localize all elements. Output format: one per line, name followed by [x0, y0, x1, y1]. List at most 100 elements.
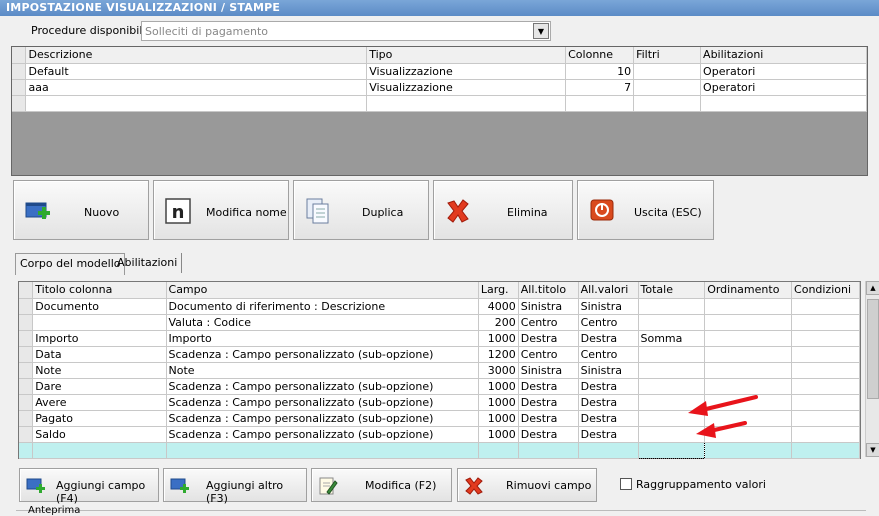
- cell-titolo[interactable]: Saldo: [32, 426, 167, 443]
- views-grid[interactable]: Descrizione Tipo Colonne Filtri Abilitaz…: [11, 46, 868, 176]
- cell-all-titolo[interactable]: Destra: [518, 426, 579, 443]
- row-selector[interactable]: [19, 410, 34, 427]
- row-selector[interactable]: [19, 298, 34, 315]
- empty-cell[interactable]: [791, 442, 860, 459]
- cell-larg[interactable]: 1000: [478, 394, 519, 411]
- col-colonne[interactable]: Colonne: [565, 47, 635, 64]
- cell-ordinamento[interactable]: [704, 410, 793, 427]
- empty-cell[interactable]: [700, 95, 867, 112]
- row-selector[interactable]: [19, 330, 34, 347]
- table-row[interactable]: Note Note 3000 Sinistra Sinistra: [19, 362, 860, 379]
- table-row[interactable]: Saldo Scadenza : Campo personalizzato (su…: [19, 426, 860, 443]
- row-selector[interactable]: [12, 63, 27, 80]
- cell-titolo[interactable]: Dare: [32, 378, 167, 395]
- cell-condizioni[interactable]: [791, 362, 860, 379]
- cell-campo[interactable]: Scadenza : Campo personalizzato (sub-opz…: [166, 378, 479, 395]
- row-selector[interactable]: [19, 314, 34, 331]
- cell-totale[interactable]: [638, 298, 706, 315]
- elimina-button[interactable]: Elimina: [433, 180, 573, 240]
- table-row[interactable]: aaa Visualizzazione 7 Operatori: [12, 79, 867, 96]
- empty-cell[interactable]: [518, 442, 579, 459]
- cell-condizioni[interactable]: [791, 410, 860, 427]
- cell-titolo[interactable]: Note: [32, 362, 167, 379]
- table-row[interactable]: Default Visualizzazione 10 Operatori: [12, 63, 867, 80]
- cell-larg[interactable]: 200: [478, 314, 519, 331]
- uscita-button[interactable]: Uscita (ESC): [577, 180, 714, 240]
- cell-all-titolo[interactable]: Centro: [518, 314, 579, 331]
- cell-campo[interactable]: Valuta : Codice: [166, 314, 479, 331]
- empty-cell[interactable]: [366, 95, 567, 112]
- table-row[interactable]: Dare Scadenza : Campo personalizzato (sub…: [19, 378, 860, 395]
- active-cell[interactable]: [637, 441, 706, 459]
- columns-grid[interactable]: Titolo colonna Campo Larg. All.titolo Al…: [18, 281, 861, 459]
- col-all-titolo[interactable]: All.titolo: [518, 282, 579, 299]
- table-row[interactable]: Documento Documento di riferimento : Desc…: [19, 298, 860, 315]
- cell-condizioni[interactable]: [791, 330, 860, 347]
- empty-cell[interactable]: [478, 442, 519, 459]
- cell-campo[interactable]: Scadenza : Campo personalizzato (sub-opz…: [166, 426, 479, 443]
- empty-cell[interactable]: [32, 442, 167, 459]
- cell-all-valori[interactable]: Centro: [578, 314, 639, 331]
- aggiungi-altro-button[interactable]: Aggiungi altro (F3): [163, 468, 307, 505]
- col-titolo-colonna[interactable]: Titolo colonna: [32, 282, 167, 299]
- cell-condizioni[interactable]: [791, 314, 860, 331]
- cell-campo[interactable]: Documento di riferimento : Descrizione: [166, 298, 479, 315]
- empty-cell[interactable]: [25, 95, 368, 112]
- cell-ordinamento[interactable]: [704, 298, 793, 315]
- row-selector[interactable]: [12, 95, 27, 112]
- cell-campo[interactable]: Scadenza : Campo personalizzato (sub-opz…: [166, 346, 479, 363]
- empty-cell[interactable]: [166, 442, 479, 459]
- row-selector[interactable]: [19, 362, 34, 379]
- row-selector[interactable]: [19, 378, 34, 395]
- cell-abilitazioni[interactable]: Operatori: [700, 63, 867, 80]
- empty-cell[interactable]: [633, 95, 702, 112]
- cell-all-valori[interactable]: Destra: [578, 426, 639, 443]
- nuovo-button[interactable]: Nuovo: [13, 180, 149, 240]
- cell-titolo[interactable]: Avere: [32, 394, 167, 411]
- col-abilitazioni[interactable]: Abilitazioni: [700, 47, 867, 64]
- table-row[interactable]: Avere Scadenza : Campo personalizzato (su…: [19, 394, 860, 411]
- cell-condizioni[interactable]: [791, 378, 860, 395]
- cell-all-valori[interactable]: Sinistra: [578, 362, 639, 379]
- row-selector[interactable]: [19, 394, 34, 411]
- col-condizioni[interactable]: Condizioni: [791, 282, 860, 299]
- tab-abilitazioni[interactable]: Abilitazioni: [113, 253, 183, 273]
- cell-all-valori[interactable]: Sinistra: [578, 298, 639, 315]
- empty-cell[interactable]: [578, 442, 639, 459]
- table-row[interactable]: Pagato Scadenza : Campo personalizzato (s…: [19, 410, 860, 427]
- cell-all-valori[interactable]: Destra: [578, 410, 639, 427]
- cell-ordinamento[interactable]: [704, 346, 793, 363]
- cell-tipo[interactable]: Visualizzazione: [366, 79, 567, 96]
- cell-titolo[interactable]: Data: [32, 346, 167, 363]
- procedure-select[interactable]: Solleciti di pagamento ▼: [141, 21, 551, 41]
- rimuovi-campo-button[interactable]: Rimuovi campo: [457, 468, 597, 502]
- col-filtri[interactable]: Filtri: [633, 47, 702, 64]
- cell-campo[interactable]: Note: [166, 362, 479, 379]
- scroll-thumb[interactable]: [867, 299, 879, 399]
- table-row[interactable]: Importo Importo 1000 Destra Destra Somma: [19, 330, 860, 347]
- cell-campo[interactable]: Scadenza : Campo personalizzato (sub-opz…: [166, 394, 479, 411]
- table-row[interactable]: Valuta : Codice 200 Centro Centro: [19, 314, 860, 331]
- row-selector[interactable]: [12, 79, 27, 96]
- cell-totale[interactable]: Somma: [638, 330, 706, 347]
- cell-ordinamento[interactable]: [704, 330, 793, 347]
- cell-ordinamento[interactable]: [704, 314, 793, 331]
- col-ordinamento[interactable]: Ordinamento: [704, 282, 793, 299]
- cell-all-titolo[interactable]: Centro: [518, 346, 579, 363]
- row-selector[interactable]: [19, 426, 34, 443]
- cell-ordinamento[interactable]: [704, 394, 793, 411]
- col-larg[interactable]: Larg.: [478, 282, 519, 299]
- cell-all-titolo[interactable]: Destra: [518, 394, 579, 411]
- cell-all-titolo[interactable]: Sinistra: [518, 298, 579, 315]
- cell-ordinamento[interactable]: [704, 378, 793, 395]
- new-row[interactable]: [19, 441, 860, 459]
- empty-cell[interactable]: [565, 95, 635, 112]
- cell-condizioni[interactable]: [791, 426, 860, 443]
- cell-all-titolo[interactable]: Sinistra: [518, 362, 579, 379]
- cell-all-valori[interactable]: Destra: [578, 394, 639, 411]
- vertical-scrollbar[interactable]: ▲ ▼: [865, 281, 879, 457]
- chevron-down-icon[interactable]: ▼: [533, 23, 549, 39]
- cell-larg[interactable]: 4000: [478, 298, 519, 315]
- cell-larg[interactable]: 3000: [478, 362, 519, 379]
- cell-abilitazioni[interactable]: Operatori: [700, 79, 867, 96]
